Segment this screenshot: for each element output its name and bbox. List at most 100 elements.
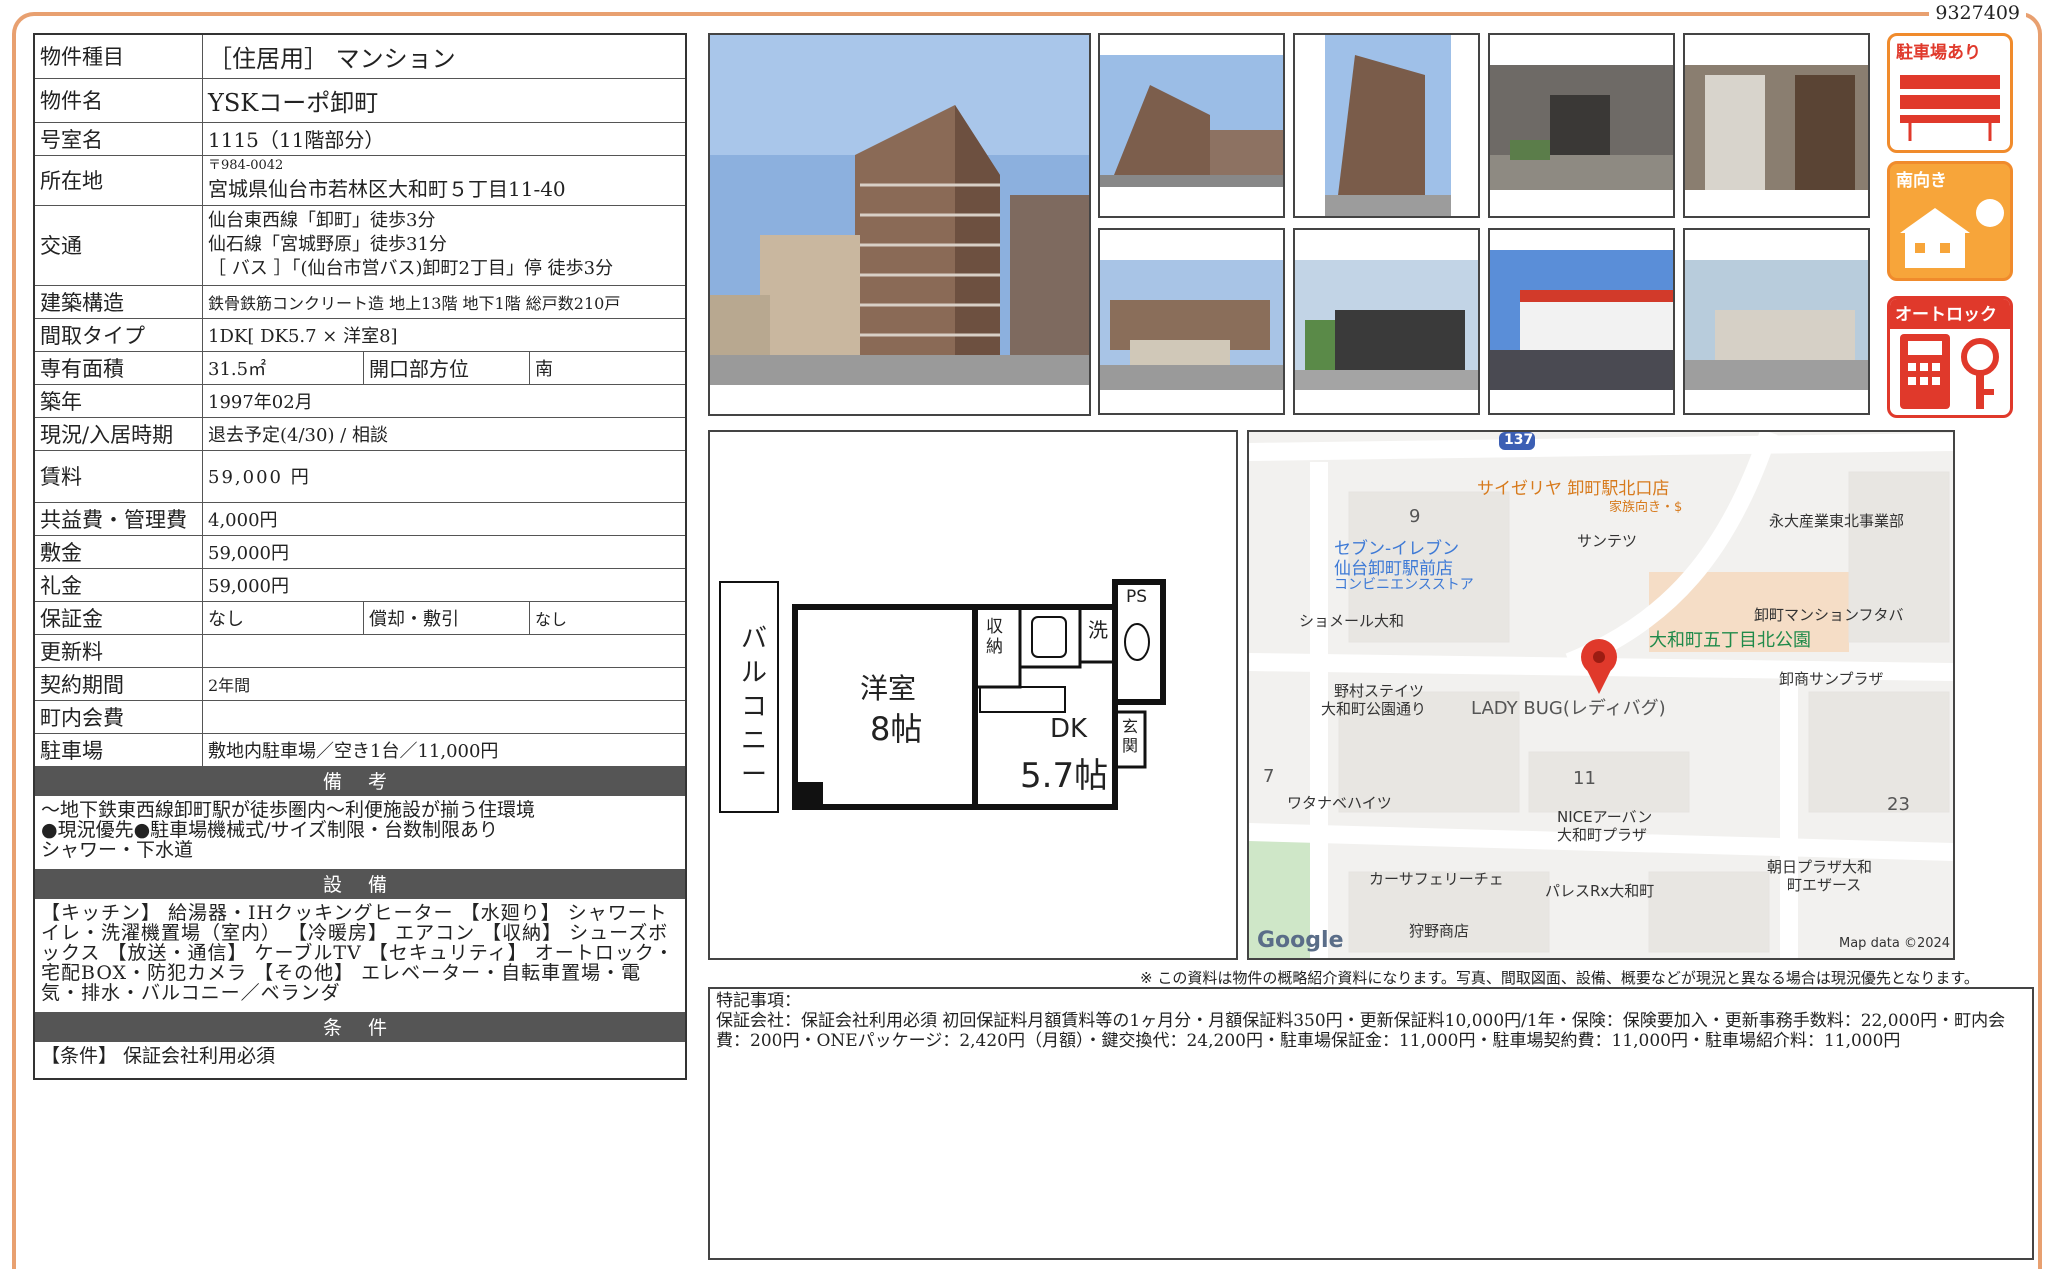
label-name: 物件名 [33,77,203,123]
photo-building-3-image [1295,35,1478,216]
floor-label-western: 洋室 [860,672,917,705]
floor-label-wash: 洗 [1088,618,1108,642]
feature-autolock: オートロック [1887,296,2013,418]
map-label-carsafe: カーサフェリーチェ [1369,870,1504,888]
map-label-nice-2: 大和町プラザ [1557,826,1648,844]
label-amortization: 償却・敷引 [363,600,530,635]
value-type: ［住居用］ マンション [202,33,687,79]
photo-entrance-2-image [1685,35,1868,216]
value-fee: 4,000円 [202,501,687,536]
label-rent: 賃料 [33,449,203,503]
label-deposit: 敷金 [33,534,203,569]
remarks-line-1: 〜地下鉄東西線卸町駅が徒歩圏内〜利便施設が揃う住環境 [41,798,536,821]
label-key-money: 礼金 [33,567,203,602]
map-label-ladybug: LADY BUG(レディバグ) [1471,698,1666,719]
photo-building-2[interactable] [1098,33,1285,218]
value-transit: 仙台東西線「卸町」徒歩3分 仙石線「宮城野原」徒歩31分 ［ バス ］「(仙台市… [202,204,687,286]
label-status: 現況/入居時期 [33,416,203,451]
floor-label-balcony: バルコニー [740,624,767,790]
floor-label-storage: 収納 [986,617,1003,657]
floor-plan-drawing [719,579,1166,813]
label-town-fee: 町内会費 [33,699,203,734]
label-built: 築年 [33,383,203,418]
map-attribution: Map data ©2024 [1839,936,1951,951]
value-parking: 敷地内駐車場／空き1台／11,000円 [202,732,687,767]
postal-code: 〒984-0042 [208,157,284,173]
disclaimer-note: ※ この資料は物件の概略紹介資料になります。写真、間取図面、設備、概要などが現況… [1140,969,1979,987]
map-label-seven-3: コンビニエンスストア [1334,577,1474,593]
value-key-money: 59,000円 [202,567,687,602]
floor-label-dk: DK [1050,714,1088,744]
photo-store-3[interactable] [1488,228,1675,415]
map-label-eidai: 永大産業東北事業部 [1769,512,1905,530]
transit-line-3: ［ バス ］「(仙台市営バス)卸町2丁目」停 徒歩3分 [208,258,614,279]
label-orientation: 開口部方位 [363,350,530,385]
value-status: 退去予定(4/30) / 相談 [202,416,687,451]
floor-plan: バルコニー 洋室 8帖 DK 5.7帖 収納 洗 PS 玄関 [708,430,1238,960]
value-name: YSKコーポ卸町 [202,77,687,123]
property-table: 物件種目 ［住居用］ マンション 物件名 YSKコーポ卸町 号室名 1115（1… [33,33,687,1080]
photo-store-1[interactable] [1098,228,1285,415]
remarks-heading: 備 考 [33,765,687,796]
map-label-santetsu: サンテツ [1577,532,1638,550]
value-structure: 鉄骨鉄筋コンクリート造 地上13階 地下1階 総戸数210戸 [202,284,687,319]
floor-label-entrance: 玄関 [1122,717,1139,755]
value-renewal [202,633,687,668]
remarks-line-2: ●現況優先●駐車場機械式/サイズ制限・台数制限あり [41,818,498,841]
photo-store-1-image [1100,230,1283,413]
equipment-body: 【キッチン】 給湯器・IHクッキングヒーター 【水廻り】 シャワートイレ・洗濯機… [33,897,687,1013]
floor-label-western-size: 8帖 [870,710,923,748]
label-structure: 建築構造 [33,284,203,319]
photo-entrance-2[interactable] [1683,33,1870,218]
map-block-23: 23 [1887,794,1910,815]
remarks-body: 〜地下鉄東西線卸町駅が徒歩圏内〜利便施設が揃う住環境 ●現況優先●駐車場機械式/… [33,794,687,870]
map-label-kano: 狩野商店 [1409,922,1470,940]
photo-building-main[interactable] [708,33,1091,416]
label-term: 契約期間 [33,666,203,701]
feature-parking-title: 駐車場あり [1896,43,1981,63]
label-renewal: 更新料 [33,633,203,668]
label-address: 所在地 [33,154,203,206]
map-label-oroshi-mansion: 卸町マンションフタバ [1754,606,1904,624]
value-amortization: なし [529,600,687,635]
value-room: 1115（11階部分） [202,121,687,156]
label-layout: 間取タイプ [33,317,203,352]
feature-south-title: 南向き [1896,171,1947,191]
value-layout: 1DK[ DK5.7 × 洋室8] [202,317,687,352]
label-type: 物件種目 [33,33,203,79]
special-notes: 特記事項： 保証会社：保証会社利用必須 初回保証料月額賃料等の1ヶ月分・月額保証… [708,987,2034,1260]
photo-entrance-1[interactable] [1488,33,1675,218]
equipment-heading: 設 備 [33,868,687,899]
map-label-watanabe: ワタナベハイツ [1287,794,1392,812]
photo-building-2-image [1100,35,1283,216]
photo-store-4[interactable] [1683,228,1870,415]
map-block-9: 9 [1409,506,1421,527]
photo-entrance-1-image [1490,35,1673,216]
floor-label-dk-size: 5.7帖 [1020,756,1109,796]
label-room: 号室名 [33,121,203,156]
value-area: 31.5㎡ [202,350,364,385]
conditions-heading: 条 件 [33,1011,687,1042]
map-label-palace: パレスRx大和町 [1545,882,1655,900]
value-town-fee [202,699,687,734]
map-route-badge: 137 [1504,432,1534,448]
map-label-oroshi-sun: 卸商サンプラザ [1779,670,1884,688]
feature-autolock-title: オートロック [1890,299,2010,329]
label-transit: 交通 [33,204,203,286]
value-orientation: 南 [529,350,687,385]
feature-south-facing: 南向き [1887,161,2013,281]
location-map[interactable]: 137 サイゼリヤ 卸町駅北口店 家族向き・$ セブン-イレブン 仙台卸町駅前店… [1247,430,1955,960]
value-term: 2年間 [202,666,687,701]
value-built: 1997年02月 [202,383,687,418]
photo-store-3-image [1490,230,1673,413]
map-block-11: 11 [1573,768,1596,789]
remarks-line-3: シャワー・下水道 [41,838,194,861]
address-text: 宮城県仙台市若林区大和町５丁目11-40 [208,176,566,201]
map-label-saizeriya-sub: 家族向き・$ [1609,500,1683,515]
feature-parking: 駐車場あり [1887,33,2013,153]
value-rent: 59,000 円 [202,449,687,503]
google-logo: Google [1257,928,1344,953]
document-id: 9327409 [1929,2,2026,24]
photo-building-3[interactable] [1293,33,1480,218]
photo-store-2[interactable] [1293,228,1480,415]
